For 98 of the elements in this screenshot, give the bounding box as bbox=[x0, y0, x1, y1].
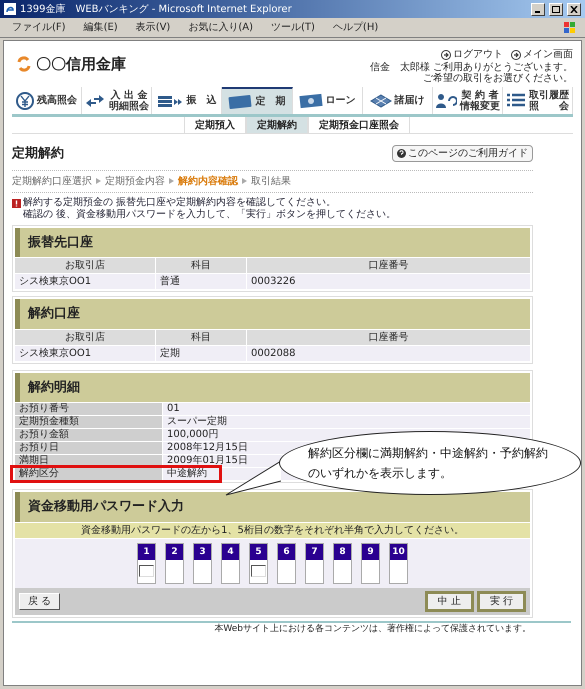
nav-tab-label: 契 約 者 bbox=[460, 90, 500, 100]
detail-value: スーパー定期 bbox=[163, 416, 530, 428]
cancel-button[interactable]: 中 止 bbox=[424, 590, 474, 612]
digit-number: 7 bbox=[306, 544, 323, 560]
column-header: お取引店 bbox=[15, 258, 155, 273]
sub-tab[interactable]: 定期預入 bbox=[184, 117, 246, 133]
menu-item[interactable]: お気に入り(A) bbox=[184, 20, 257, 35]
section-header: 解約口座 bbox=[15, 299, 530, 328]
browser-icon bbox=[4, 3, 16, 15]
greeting-text: 信金 太郎様 ご利用ありがとうございます。 bbox=[370, 62, 573, 73]
menu-item[interactable]: 編集(E) bbox=[80, 20, 122, 35]
sub-tab[interactable]: 定期解約 bbox=[246, 117, 308, 133]
table-cell: 0002088 bbox=[247, 346, 530, 360]
person-arrow-icon bbox=[434, 92, 457, 108]
table-cell: シス検東京OO1 bbox=[15, 274, 155, 289]
detail-label: 定期預金種類 bbox=[15, 416, 162, 428]
nav-tab-label: 取引履歴 bbox=[528, 90, 569, 100]
grid-sheet-icon bbox=[370, 94, 392, 108]
section-header: 振替先口座 bbox=[15, 228, 530, 257]
column-header: 科目 bbox=[156, 330, 246, 344]
nav-tab[interactable]: 定 期 bbox=[222, 87, 292, 114]
menu-item[interactable]: ファイル(F) bbox=[8, 20, 70, 35]
digit-number: 4 bbox=[222, 544, 239, 560]
yen-coin-icon bbox=[16, 92, 34, 110]
digit-number: 1 bbox=[138, 544, 155, 560]
header-link[interactable]: ログアウト bbox=[453, 47, 503, 62]
header-link[interactable]: メイン画面 bbox=[523, 47, 573, 62]
digit-number: 5 bbox=[250, 544, 267, 560]
column-header: お取引店 bbox=[15, 330, 155, 344]
passbook-icon bbox=[228, 94, 252, 110]
double-arrow-icon bbox=[84, 94, 106, 108]
breadcrumb: 取引結果 bbox=[251, 174, 291, 188]
nav-tab-label: 入 出 金 bbox=[110, 90, 149, 100]
nav-tab-label: ローン bbox=[326, 95, 356, 106]
sub-tab[interactable]: 定期預金口座照会 bbox=[308, 117, 410, 133]
section-header: 資金移動用パスワード入力 bbox=[15, 492, 530, 522]
table-cell: シス検東京OO1 bbox=[15, 346, 155, 360]
nav-tab-label: 振 込 bbox=[186, 95, 216, 106]
nav-tab-label: 情報変更 bbox=[460, 100, 500, 112]
maximize-button[interactable] bbox=[549, 2, 563, 16]
page-title: 定期解約 bbox=[12, 144, 64, 163]
copyright-text: 本Webサイト上における各コンテンツは、著作権によって保護されています。 bbox=[214, 622, 531, 636]
nav-tab-label: 残高照会 bbox=[37, 95, 78, 106]
digit-input[interactable] bbox=[139, 565, 154, 577]
column-header: 口座番号 bbox=[247, 330, 530, 344]
table-cell: 0003226 bbox=[247, 274, 530, 289]
menu-item[interactable]: 表示(V) bbox=[132, 20, 174, 35]
nav-tab-label: 諸届け bbox=[394, 95, 425, 106]
menu-item[interactable]: ヘルプ(H) bbox=[328, 20, 382, 35]
digit-number: 3 bbox=[194, 544, 211, 560]
digit-number: 9 bbox=[362, 544, 379, 560]
nav-tab-label: 定 期 bbox=[255, 96, 286, 107]
bank-name: 〇〇信用金庫 bbox=[36, 54, 126, 75]
breadcrumb: 定期預金内容 bbox=[105, 174, 165, 188]
detail-label: お預り番号 bbox=[15, 403, 162, 415]
column-header: 科目 bbox=[156, 258, 246, 273]
table-cell: 定期 bbox=[156, 346, 246, 360]
digit-number: 8 bbox=[334, 544, 351, 560]
window-title: 1399金庫 WEBバンキング - Microsoft Internet Explorer bbox=[20, 2, 293, 16]
digit-number: 2 bbox=[166, 544, 183, 560]
breadcrumb: 定期解約口座選択 bbox=[12, 174, 92, 188]
digit-number: 10 bbox=[390, 544, 407, 560]
detail-label: お預り金額 bbox=[15, 429, 162, 441]
list-icon bbox=[506, 92, 526, 108]
arrow-circle-icon bbox=[511, 50, 521, 60]
step-arrow-icon bbox=[169, 178, 174, 184]
minimize-button[interactable] bbox=[531, 2, 545, 16]
close-button[interactable] bbox=[567, 2, 581, 16]
guide-button[interactable]: このページのご利用ガイド bbox=[392, 145, 533, 162]
instruction-text: 資金移動用パスワードの左から1、5桁目の数字をそれぞれ半角で入力してください。 bbox=[15, 522, 530, 538]
arrow-circle-icon bbox=[441, 50, 451, 60]
notice-text: 確認の 後、資金移動用パスワードを入力して、「実行」ボタンを押してください。 bbox=[23, 208, 396, 220]
digit-number: 6 bbox=[278, 544, 295, 560]
column-header: 口座番号 bbox=[247, 258, 530, 273]
greeting-text: ご希望の取引をお選びください。 bbox=[423, 73, 573, 84]
execute-button[interactable]: 実 行 bbox=[476, 590, 526, 612]
section-header: 解約明細 bbox=[15, 372, 530, 402]
digit-input[interactable] bbox=[251, 565, 266, 577]
menu-item[interactable]: ツール(T) bbox=[267, 20, 319, 35]
notice-text: 解約する定期預金の 振替先口座や定期解約内容を確認してください。 bbox=[23, 196, 338, 208]
nav-tab-label: 明細照会 bbox=[109, 100, 150, 112]
banknote-icon bbox=[298, 92, 323, 108]
close-icon bbox=[570, 6, 578, 12]
detail-label: 解約区分 bbox=[15, 468, 162, 480]
windows-logo-icon bbox=[563, 20, 577, 34]
back-button[interactable]: 戻 る bbox=[19, 592, 60, 610]
bank-logo-icon bbox=[16, 56, 32, 72]
alert-icon bbox=[12, 198, 21, 208]
step-arrow-icon bbox=[242, 178, 247, 184]
nav-tab-label: 照 会 bbox=[528, 100, 569, 112]
breadcrumb: 解約内容確認 bbox=[178, 174, 238, 188]
maximize-icon bbox=[552, 6, 560, 12]
help-icon bbox=[397, 149, 406, 158]
detail-value: 01 bbox=[163, 403, 530, 415]
table-cell: 普通 bbox=[156, 274, 246, 289]
detail-label: お預り日 bbox=[15, 442, 162, 454]
cards-arrow-icon bbox=[157, 94, 184, 108]
step-arrow-icon bbox=[96, 178, 101, 184]
